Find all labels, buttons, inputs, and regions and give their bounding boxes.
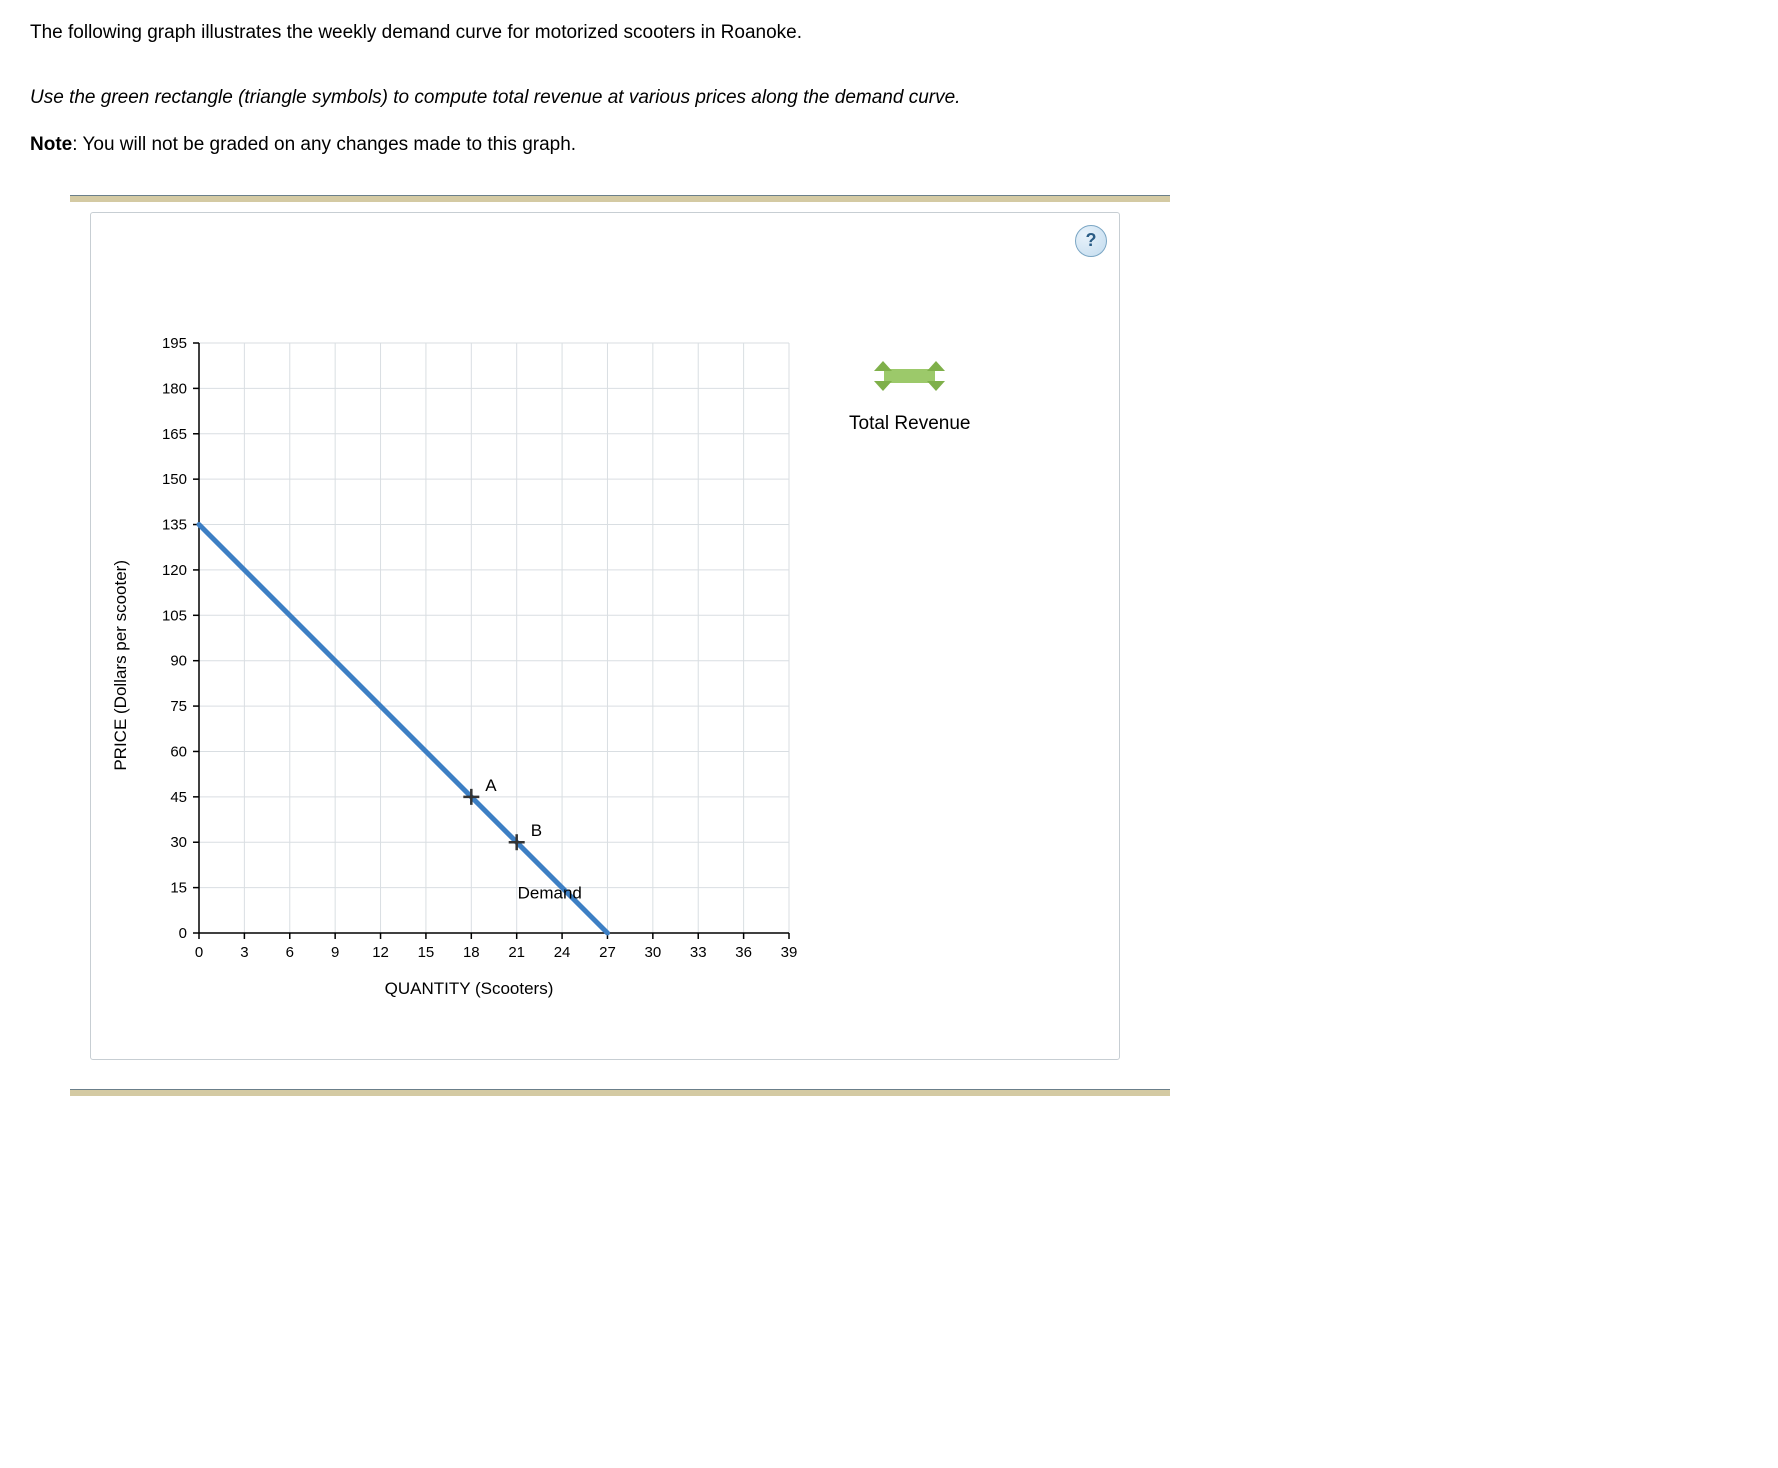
chart-panel: ? PRICE (Dollars per scooter) 0369121518… bbox=[90, 212, 1120, 1060]
note-text: Note: You will not be graded on any chan… bbox=[30, 134, 1748, 156]
svg-text:21: 21 bbox=[508, 944, 525, 961]
svg-text:180: 180 bbox=[162, 380, 187, 397]
svg-text:18: 18 bbox=[463, 944, 480, 961]
svg-text:0: 0 bbox=[195, 944, 203, 961]
svg-text:33: 33 bbox=[690, 944, 707, 961]
legend: Total Revenue bbox=[849, 363, 970, 435]
instruction-text: Use the green rectangle (triangle symbol… bbox=[30, 87, 1748, 109]
svg-text:27: 27 bbox=[599, 944, 616, 961]
svg-text:30: 30 bbox=[645, 944, 662, 961]
svg-text:120: 120 bbox=[162, 562, 187, 579]
svg-text:B: B bbox=[531, 821, 542, 840]
svg-text:45: 45 bbox=[170, 788, 187, 805]
plot-wrap: PRICE (Dollars per scooter) 036912151821… bbox=[111, 333, 799, 999]
svg-text:15: 15 bbox=[170, 879, 187, 896]
svg-text:195: 195 bbox=[162, 335, 187, 352]
svg-text:165: 165 bbox=[162, 425, 187, 442]
divider-bottom bbox=[70, 1090, 1170, 1096]
note-body: : You will not be graded on any changes … bbox=[72, 134, 576, 155]
chart-body: PRICE (Dollars per scooter) 036912151821… bbox=[111, 333, 1099, 999]
svg-text:3: 3 bbox=[240, 944, 248, 961]
svg-text:135: 135 bbox=[162, 516, 187, 533]
total-revenue-tool-icon[interactable] bbox=[872, 363, 947, 389]
svg-text:6: 6 bbox=[286, 944, 294, 961]
svg-text:39: 39 bbox=[781, 944, 798, 961]
svg-text:105: 105 bbox=[162, 607, 187, 624]
svg-text:36: 36 bbox=[735, 944, 752, 961]
plot-column: 0369121518212427303336390153045607590105… bbox=[139, 333, 799, 999]
svg-text:75: 75 bbox=[170, 698, 187, 715]
x-axis-label: QUANTITY (Scooters) bbox=[385, 979, 554, 999]
divider-top bbox=[70, 196, 1170, 202]
svg-text:24: 24 bbox=[554, 944, 571, 961]
svg-text:12: 12 bbox=[372, 944, 389, 961]
svg-text:150: 150 bbox=[162, 471, 187, 488]
legend-label: Total Revenue bbox=[849, 413, 970, 435]
y-axis-label: PRICE (Dollars per scooter) bbox=[111, 560, 131, 771]
svg-text:0: 0 bbox=[179, 925, 187, 942]
svg-text:90: 90 bbox=[170, 652, 187, 669]
note-label: Note bbox=[30, 134, 72, 155]
help-button[interactable]: ? bbox=[1075, 225, 1107, 257]
demand-chart[interactable]: 0369121518212427303336390153045607590105… bbox=[139, 333, 799, 973]
svg-text:Demand: Demand bbox=[518, 883, 582, 902]
svg-text:9: 9 bbox=[331, 944, 339, 961]
svg-text:15: 15 bbox=[418, 944, 435, 961]
svg-text:A: A bbox=[485, 775, 497, 794]
svg-text:60: 60 bbox=[170, 743, 187, 760]
intro-text: The following graph illustrates the week… bbox=[30, 20, 1748, 47]
svg-text:30: 30 bbox=[170, 834, 187, 851]
